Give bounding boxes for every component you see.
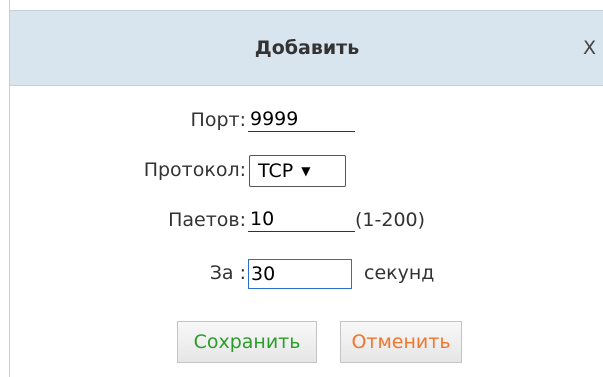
- add-dialog: Добавить X Порт: Протокол: TCP▼ Паетов: …: [9, 0, 603, 377]
- dialog-titlebar: Добавить X: [10, 10, 603, 86]
- save-button[interactable]: Сохранить: [177, 321, 317, 363]
- protocol-label: Протокол:: [143, 159, 246, 181]
- packets-range-hint: (1-200): [355, 209, 426, 231]
- cancel-button[interactable]: Отменить: [340, 321, 462, 363]
- port-label: Порт:: [190, 109, 246, 131]
- interval-input[interactable]: [248, 259, 352, 289]
- protocol-select[interactable]: TCP ▼: [249, 155, 346, 187]
- packets-input[interactable]: [248, 206, 355, 232]
- packets-label: Паетов:: [168, 209, 246, 231]
- protocol-selected-value: TCP: [258, 160, 294, 182]
- port-input[interactable]: [248, 106, 355, 132]
- interval-unit: секунд: [364, 262, 435, 284]
- dialog-title: Добавить: [254, 37, 360, 59]
- dropdown-arrow-icon: ▼: [301, 164, 311, 178]
- close-icon[interactable]: X: [583, 37, 596, 59]
- interval-label: За :: [209, 262, 246, 284]
